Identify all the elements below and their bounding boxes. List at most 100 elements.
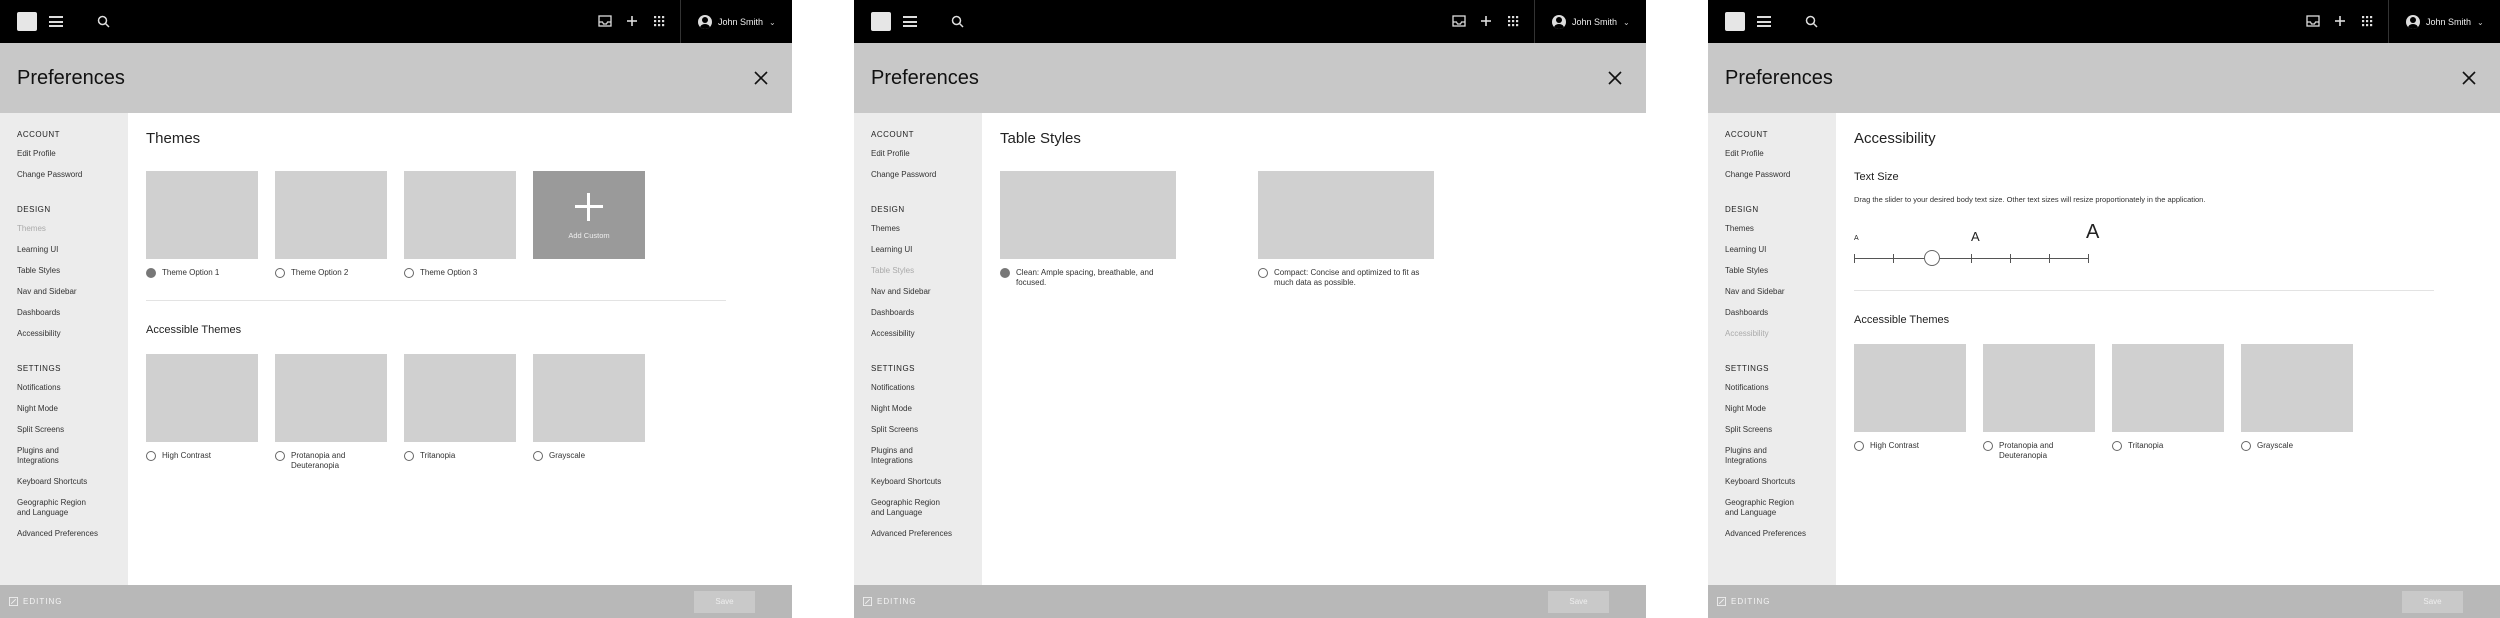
sidebar-item-advanced-preferences[interactable]: Advanced Preferences — [854, 529, 982, 539]
radio-protanopia[interactable]: Protanopia and Deuteranopia — [275, 451, 365, 471]
sidebar-item-edit-profile[interactable]: Edit Profile — [1708, 149, 1836, 159]
plus-icon[interactable] — [2332, 13, 2348, 29]
radio-table-style-clean[interactable]: Clean: Ample spacing, breathable, and fo… — [1000, 268, 1180, 288]
search-icon[interactable] — [950, 14, 966, 30]
apps-grid-icon[interactable] — [2359, 13, 2375, 29]
search-icon[interactable] — [96, 14, 112, 30]
sidebar-item-edit-profile[interactable]: Edit Profile — [0, 149, 128, 159]
inbox-icon[interactable] — [2305, 13, 2321, 29]
sidebar-item-keyboard-shortcuts[interactable]: Keyboard Shortcuts — [1708, 477, 1836, 487]
sidebar-item-dashboards[interactable]: Dashboards — [854, 308, 982, 318]
sidebar-item-plugins[interactable]: Plugins and Integrations — [0, 446, 90, 466]
sidebar-item-learning-ui[interactable]: Learning UI — [854, 245, 982, 255]
theme-thumbnail[interactable] — [146, 171, 258, 259]
inbox-icon[interactable] — [1451, 13, 1467, 29]
table-style-thumbnail[interactable] — [1000, 171, 1176, 259]
plus-icon[interactable] — [624, 13, 640, 29]
accessible-theme-thumbnail[interactable] — [275, 354, 387, 442]
sidebar-item-notifications[interactable]: Notifications — [854, 383, 982, 393]
save-button[interactable]: Save — [1548, 591, 1609, 613]
sidebar-item-split-screens[interactable]: Split Screens — [0, 425, 128, 435]
user-menu[interactable]: John Smith ⌄ — [2406, 13, 2484, 31]
radio-theme-option-2[interactable]: Theme Option 2 — [275, 268, 348, 278]
sidebar-item-night-mode[interactable]: Night Mode — [1708, 404, 1836, 414]
sidebar-item-themes[interactable]: Themes — [1708, 224, 1836, 234]
sidebar-item-nav-and-sidebar[interactable]: Nav and Sidebar — [0, 287, 128, 297]
accessible-theme-thumbnail[interactable] — [2241, 344, 2353, 432]
radio-high-contrast[interactable]: High Contrast — [1854, 441, 1919, 451]
sidebar-item-dashboards[interactable]: Dashboards — [1708, 308, 1836, 318]
sidebar-item-dashboards[interactable]: Dashboards — [0, 308, 128, 318]
user-menu[interactable]: John Smith ⌄ — [698, 13, 776, 31]
hamburger-icon[interactable] — [1757, 16, 1771, 27]
sidebar-item-themes[interactable]: Themes — [854, 224, 982, 234]
sidebar-item-split-screens[interactable]: Split Screens — [854, 425, 982, 435]
sidebar-item-table-styles[interactable]: Table Styles — [854, 266, 982, 276]
sidebar-item-table-styles[interactable]: Table Styles — [1708, 266, 1836, 276]
accessible-theme-thumbnail[interactable] — [146, 354, 258, 442]
sidebar-item-nav-and-sidebar[interactable]: Nav and Sidebar — [1708, 287, 1836, 297]
sidebar-item-accessibility[interactable]: Accessibility — [854, 329, 982, 339]
hamburger-icon[interactable] — [903, 16, 917, 27]
radio-tritanopia[interactable]: Tritanopia — [404, 451, 455, 461]
user-menu[interactable]: John Smith ⌄ — [1552, 13, 1630, 31]
radio-protanopia[interactable]: Protanopia and Deuteranopia — [1983, 441, 2073, 461]
save-button[interactable]: Save — [2402, 591, 2463, 613]
sidebar-item-change-password[interactable]: Change Password — [0, 170, 128, 180]
sidebar-item-keyboard-shortcuts[interactable]: Keyboard Shortcuts — [0, 477, 128, 487]
apps-grid-icon[interactable] — [651, 13, 667, 29]
logo-icon[interactable] — [17, 12, 37, 31]
theme-thumbnail[interactable] — [275, 171, 387, 259]
sidebar-item-change-password[interactable]: Change Password — [854, 170, 982, 180]
search-icon[interactable] — [1804, 14, 1820, 30]
radio-table-style-compact[interactable]: Compact: Concise and optimized to fit as… — [1258, 268, 1438, 288]
plus-icon[interactable] — [1478, 13, 1494, 29]
add-custom-theme-button[interactable]: Add Custom — [533, 171, 645, 259]
radio-grayscale[interactable]: Grayscale — [533, 451, 585, 461]
sidebar-item-keyboard-shortcuts[interactable]: Keyboard Shortcuts — [854, 477, 982, 487]
sidebar-item-change-password[interactable]: Change Password — [1708, 170, 1836, 180]
sidebar-item-table-styles[interactable]: Table Styles — [0, 266, 128, 276]
accessible-theme-thumbnail[interactable] — [533, 354, 645, 442]
sidebar-item-accessibility[interactable]: Accessibility — [0, 329, 128, 339]
logo-icon[interactable] — [871, 12, 891, 31]
close-icon[interactable] — [1606, 69, 1624, 87]
sidebar-item-geographic-region[interactable]: Geographic Region and Language — [1708, 498, 1808, 518]
table-style-thumbnail[interactable] — [1258, 171, 1434, 259]
apps-grid-icon[interactable] — [1505, 13, 1521, 29]
save-button[interactable]: Save — [694, 591, 755, 613]
sidebar-item-night-mode[interactable]: Night Mode — [0, 404, 128, 414]
accessible-theme-thumbnail[interactable] — [1854, 344, 1966, 432]
sidebar-item-advanced-preferences[interactable]: Advanced Preferences — [1708, 529, 1836, 539]
sidebar-item-plugins[interactable]: Plugins and Integrations — [1708, 446, 1798, 466]
sidebar-item-notifications[interactable]: Notifications — [0, 383, 128, 393]
logo-icon[interactable] — [1725, 12, 1745, 31]
sidebar-item-edit-profile[interactable]: Edit Profile — [854, 149, 982, 159]
sidebar-item-learning-ui[interactable]: Learning UI — [0, 245, 128, 255]
sidebar-item-nav-and-sidebar[interactable]: Nav and Sidebar — [854, 287, 982, 297]
accessible-theme-thumbnail[interactable] — [2112, 344, 2224, 432]
inbox-icon[interactable] — [597, 13, 613, 29]
radio-tritanopia[interactable]: Tritanopia — [2112, 441, 2163, 451]
sidebar-item-advanced-preferences[interactable]: Advanced Preferences — [0, 529, 128, 539]
sidebar-item-geographic-region[interactable]: Geographic Region and Language — [0, 498, 100, 518]
radio-theme-option-1[interactable]: Theme Option 1 — [146, 268, 219, 278]
accessible-theme-thumbnail[interactable] — [1983, 344, 2095, 432]
accessible-theme-thumbnail[interactable] — [404, 354, 516, 442]
radio-theme-option-3[interactable]: Theme Option 3 — [404, 268, 477, 278]
text-size-slider-handle[interactable] — [1923, 250, 1940, 266]
sidebar-item-geographic-region[interactable]: Geographic Region and Language — [854, 498, 954, 518]
theme-thumbnail[interactable] — [404, 171, 516, 259]
sidebar-item-themes[interactable]: Themes — [0, 224, 128, 234]
hamburger-icon[interactable] — [49, 16, 63, 27]
close-icon[interactable] — [2460, 69, 2478, 87]
sidebar-item-notifications[interactable]: Notifications — [1708, 383, 1836, 393]
radio-high-contrast[interactable]: High Contrast — [146, 451, 211, 461]
close-icon[interactable] — [752, 69, 770, 87]
sidebar-item-learning-ui[interactable]: Learning UI — [1708, 245, 1836, 255]
sidebar-item-plugins[interactable]: Plugins and Integrations — [854, 446, 944, 466]
radio-grayscale[interactable]: Grayscale — [2241, 441, 2293, 451]
sidebar-item-accessibility[interactable]: Accessibility — [1708, 329, 1836, 339]
sidebar-item-split-screens[interactable]: Split Screens — [1708, 425, 1836, 435]
sidebar-item-night-mode[interactable]: Night Mode — [854, 404, 982, 414]
